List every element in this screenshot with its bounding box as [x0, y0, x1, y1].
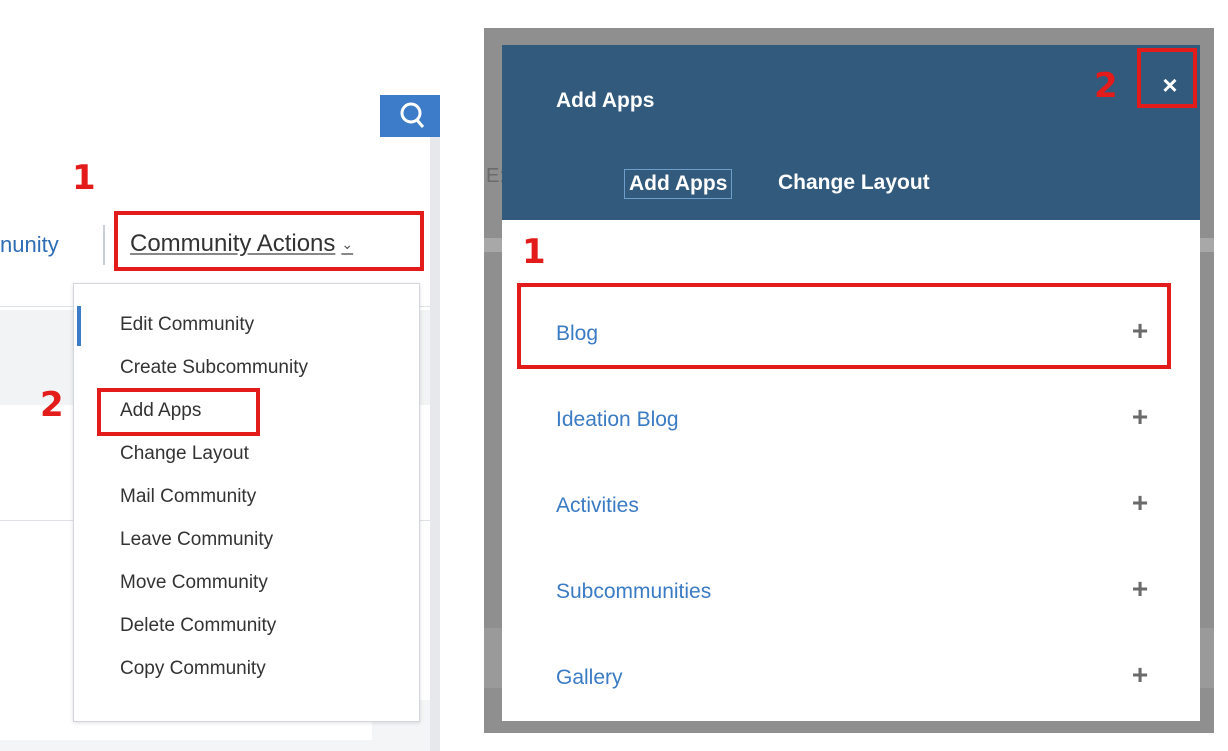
app-name: Ideation Blog [556, 408, 679, 431]
annotation-box-close [1137, 48, 1197, 108]
search-icon [400, 102, 425, 128]
tab-change-layout[interactable]: Change Layout [774, 169, 934, 197]
nav-community-link[interactable]: nunity [0, 232, 59, 258]
community-actions-panel: nunity Community Actions ⌄ 1 Edit Communi… [0, 0, 440, 751]
app-row-subcommunities[interactable]: Subcommunities + [502, 550, 1200, 636]
menu-item-change-layout[interactable]: Change Layout [120, 443, 249, 465]
scrollbar-track[interactable] [430, 95, 440, 751]
search-button[interactable] [380, 95, 440, 137]
menu-item-mail-community[interactable]: Mail Community [120, 486, 256, 508]
menu-item-move-community[interactable]: Move Community [120, 572, 268, 594]
app-name: Activities [556, 494, 639, 517]
app-row-gallery[interactable]: Gallery + [502, 636, 1200, 722]
menu-item-copy-community[interactable]: Copy Community [120, 658, 266, 680]
nav-separator [103, 225, 105, 265]
app-row-ideation-blog[interactable]: Ideation Blog + [502, 378, 1200, 464]
annotation-step-1: 1 [72, 158, 96, 198]
add-apps-dialog: Add Apps × Add Apps Change Layout Blog +… [502, 45, 1200, 721]
menu-item-edit-community[interactable]: Edit Community [120, 314, 254, 336]
tab-add-apps[interactable]: Add Apps [624, 169, 733, 199]
plus-icon[interactable]: + [1125, 574, 1155, 604]
menu-item-leave-community[interactable]: Leave Community [120, 529, 273, 551]
annotation-step-2: 2 [1094, 66, 1118, 106]
annotation-box-community-actions [114, 211, 424, 271]
plus-icon[interactable]: + [1125, 488, 1155, 518]
annotation-box-blog [517, 283, 1171, 369]
annotation-box-add-apps [97, 388, 260, 436]
selection-indicator [77, 306, 81, 346]
app-name: Subcommunities [556, 580, 712, 603]
plus-icon[interactable]: + [1125, 660, 1155, 690]
app-row-activities[interactable]: Activities + [502, 464, 1200, 550]
header-band [0, 95, 440, 310]
dialog-title: Add Apps [556, 89, 655, 112]
app-name: Gallery [556, 666, 623, 689]
annotation-step-2: 2 [40, 385, 64, 425]
plus-icon[interactable]: + [1125, 402, 1155, 432]
menu-item-create-subcommunity[interactable]: Create Subcommunity [120, 357, 308, 379]
menu-item-delete-community[interactable]: Delete Community [120, 615, 276, 637]
annotation-step-1: 1 [522, 232, 546, 272]
